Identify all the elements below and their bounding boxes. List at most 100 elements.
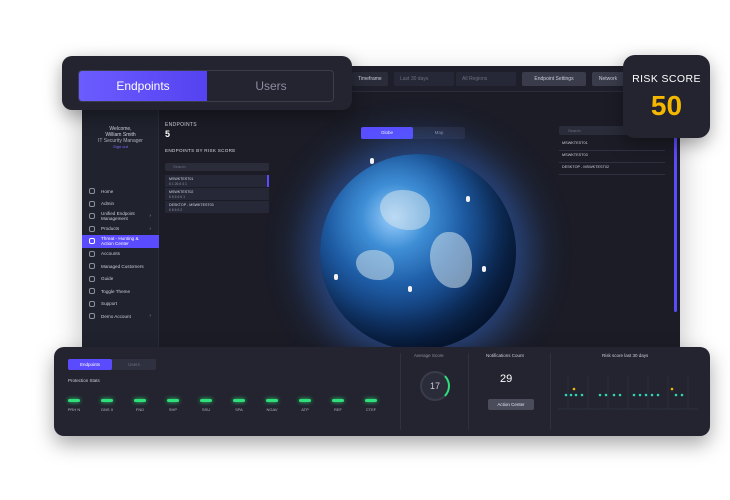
landmass: [430, 232, 472, 288]
endpoint-pin[interactable]: [408, 286, 412, 292]
chevron-right-icon: ›: [149, 313, 151, 320]
sidebar-item-guide[interactable]: Guide: [82, 273, 159, 286]
theme-icon: [89, 288, 95, 295]
tab-users[interactable]: Users: [207, 71, 335, 101]
status-led: [332, 399, 344, 402]
summary-panel: Endpoints Users Protection Stats PRH N D…: [54, 347, 710, 436]
region-select[interactable]: All Regions: [456, 72, 516, 86]
protection-name: FND: [135, 407, 145, 412]
status-led: [68, 399, 80, 402]
list-item[interactable]: DESKTOP - MSWKTEST02: [559, 163, 665, 175]
sidebar-item-label: Home: [101, 188, 114, 194]
sidebar-item-label: Support: [101, 301, 118, 307]
endpoint-pin[interactable]: [466, 196, 470, 202]
protection-stats-label: Protection Stats: [68, 378, 100, 383]
view-toggle: Globe Map: [361, 127, 465, 139]
sign-out-link[interactable]: Sign out: [82, 144, 159, 150]
status-led: [101, 399, 113, 402]
sidebar-item-label: Admin: [101, 201, 115, 207]
status-led: [365, 399, 377, 402]
home-icon: [89, 188, 95, 195]
sidebar-item-home[interactable]: Home: [82, 185, 159, 198]
protection-item: SHP: [158, 399, 188, 412]
sidebar-item-label: Products: [101, 226, 120, 232]
sidebar-item-label: Guide: [101, 276, 114, 282]
landmass: [356, 250, 394, 280]
sidebar-item-label: Accounts: [101, 251, 120, 257]
bottom-toggle: Endpoints Users: [68, 359, 156, 370]
protection-name: PRH N: [67, 407, 81, 412]
score-ring: 17: [420, 371, 450, 401]
status-led: [299, 399, 311, 402]
timeframe-select[interactable]: Last 30 days: [394, 72, 454, 86]
protection-name: NGAV: [266, 407, 278, 412]
protection-item: NGAV: [257, 399, 287, 412]
list-item[interactable]: MSWKTEST01: [559, 139, 665, 151]
tab-map[interactable]: Map: [413, 127, 465, 139]
endpoints-label: ENDPOINTS: [165, 122, 197, 128]
endpoint-pin[interactable]: [370, 158, 374, 164]
protection-item: REF: [323, 399, 353, 412]
protection-name: SPA: [235, 407, 243, 412]
sidebar-item-admin[interactable]: Admin: [82, 198, 159, 211]
list-item[interactable]: MSWKTEST03: [559, 151, 665, 163]
sidebar-item-demo-account[interactable]: Demo Account ›: [82, 310, 159, 323]
divider: [400, 353, 401, 430]
sidebar-item-uem[interactable]: Unified Endpoint Management ›: [82, 210, 159, 223]
globe-icon: [89, 238, 95, 245]
risk-score-value: 50: [650, 90, 683, 121]
protection-item: PRH N: [59, 399, 89, 412]
endpoint-stats: 6 1 26 6 4 1: [169, 182, 187, 186]
tab-endpoints-bottom[interactable]: Endpoints: [68, 359, 112, 370]
welcome-block: Welcome, William Smith IT Security Manag…: [82, 126, 159, 150]
admin-icon: [89, 200, 95, 207]
sidebar-item-accounts[interactable]: Accounts: [82, 248, 159, 261]
devices-icon: [89, 213, 95, 220]
list-item[interactable]: MSWKTEST01 6 1 26 6 4 1: [165, 175, 269, 188]
endpoints-risk-label: ENDPOINTS BY RISK SCORE: [165, 148, 236, 153]
sidebar-item-label: Threat - Hunting & Action Center: [101, 236, 139, 247]
sidebar-item-managed-customers[interactable]: Managed Customers: [82, 260, 159, 273]
tab-globe[interactable]: Globe: [361, 127, 413, 139]
sidebar-item-label: Demo Account: [101, 313, 131, 319]
endpoint-search-input[interactable]: Search: [165, 163, 269, 171]
endpoint-name: MSWKTEST02: [169, 190, 194, 194]
status-led: [134, 399, 146, 402]
notifications-count: 29: [500, 373, 513, 385]
shield-icon: [89, 225, 95, 232]
risk-trend-chart: [558, 375, 698, 410]
endpoint-list: MSWKTEST01 6 1 26 6 4 1 MSWKTEST02 6 6 6…: [165, 175, 269, 214]
timeframe-label: Timeframe: [352, 72, 388, 86]
scrollbar[interactable]: [674, 132, 677, 312]
endpoint-settings-button[interactable]: Endpoint Settings: [522, 72, 586, 86]
tab-users-bottom[interactable]: Users: [112, 359, 156, 370]
protection-name: SHP: [168, 407, 178, 412]
endpoint-pin[interactable]: [334, 274, 338, 280]
endpoints-count: 5: [165, 129, 171, 139]
list-item[interactable]: MSWKTEST02 6 6 6 6 6 1: [165, 188, 269, 201]
sidebar-item-label: Toggle Theme: [101, 288, 131, 294]
network-button[interactable]: Network: [592, 72, 624, 86]
status-led: [266, 399, 278, 402]
sidebar-item-toggle-theme[interactable]: Toggle Theme: [82, 285, 159, 298]
protection-name: SSU: [201, 407, 211, 412]
protection-name: CTEF: [365, 407, 377, 412]
tab-endpoints[interactable]: Endpoints: [79, 71, 207, 101]
sidebar-item-products[interactable]: Products ›: [82, 223, 159, 236]
sidebar-item-threat-hunting[interactable]: Threat - Hunting & Action Center: [82, 235, 159, 248]
chevron-right-icon: ›: [149, 213, 151, 220]
sidebar-item-support[interactable]: Support: [82, 298, 159, 311]
action-center-button[interactable]: Action Center: [488, 399, 534, 410]
divider: [468, 353, 469, 430]
account-icon: [89, 313, 95, 320]
sidebar-item-label: Managed Customers: [101, 263, 144, 269]
accounts-icon: [89, 250, 95, 257]
risk-score-card: RISK SCORE 50: [623, 55, 710, 138]
risk-score-label: RISK SCORE: [632, 73, 701, 85]
earth-globe[interactable]: [320, 154, 516, 350]
protection-item: SSU: [191, 399, 221, 412]
list-item[interactable]: DESKTOP - MSWKTEST03 6 6 6 6 2: [165, 201, 269, 214]
protection-item: SPA: [224, 399, 254, 412]
endpoint-pin[interactable]: [482, 266, 486, 272]
protection-item: DNS II: [92, 399, 122, 412]
